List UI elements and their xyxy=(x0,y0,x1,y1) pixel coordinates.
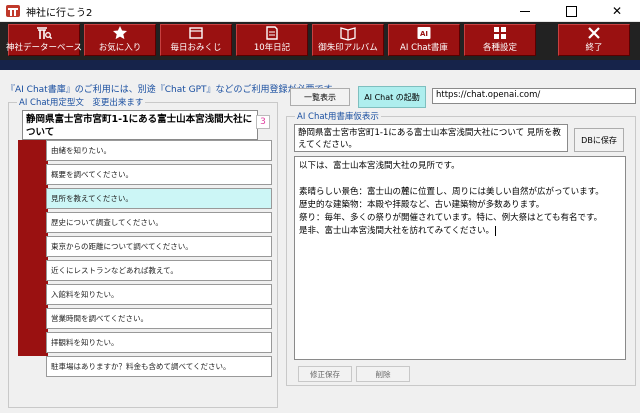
response-blank-line xyxy=(299,173,621,186)
toolbar-ai-chat-library-button[interactable]: AI AI Chat書庫 xyxy=(388,24,460,56)
template-group-legend: AI Chat用定型文 変更出来ます xyxy=(17,96,146,108)
star-icon xyxy=(113,26,127,40)
launch-ai-chat-button[interactable]: AI Chat の起動 xyxy=(358,86,426,108)
question-item[interactable]: 駐車場はありますか？料金も含めて調べてください。 xyxy=(46,356,272,377)
maximize-button[interactable] xyxy=(548,0,594,22)
app-shrine-icon xyxy=(6,5,20,17)
window-title: 神社に行こう2 xyxy=(26,8,93,19)
question-item[interactable]: 入館料を知りたい。 xyxy=(46,284,272,305)
toolbar-exit-button[interactable]: 終了 xyxy=(558,24,630,56)
minimize-button[interactable] xyxy=(502,0,548,22)
ai-icon: AI xyxy=(417,27,431,39)
question-item[interactable]: 近くにレストランなどあれば教えて。 xyxy=(46,260,272,281)
text-caret xyxy=(495,225,496,236)
response-line: 祭り：毎年、多くの祭りが開催されています。特に、例大祭はとても有名です。 xyxy=(299,213,603,223)
question-item-selected[interactable]: 見所を教えてください。 xyxy=(46,188,272,209)
title-bar: 神社に行こう2 ✕ xyxy=(0,0,640,22)
toolbar-label: 毎日おみくじ xyxy=(170,43,222,53)
toolbar-shrine-database-button[interactable]: 神社データーベース xyxy=(5,24,83,56)
response-line: 以下は、富士山本宮浅間大社の見所です。 xyxy=(299,161,460,171)
toolbar-omikuji-button[interactable]: 毎日おみくじ xyxy=(160,24,232,56)
toolbar-settings-button[interactable]: 各種設定 xyxy=(464,24,536,56)
question-list-strip xyxy=(18,140,48,356)
toolbar-label: 神社データーベース xyxy=(5,43,83,53)
library-preview-legend: AI Chat用書庫仮表示 xyxy=(295,110,381,122)
toolbar-diary-button[interactable]: 10年日記 xyxy=(236,24,308,56)
response-line-last: 是非、富士山本宮浅間大社を訪れてみてください。 xyxy=(299,225,621,238)
grid-icon xyxy=(494,27,506,39)
question-item[interactable]: 歴史について調査してください。 xyxy=(46,212,272,233)
response-line-text: 是非、富士山本宮浅間大社を訪れてみてください。 xyxy=(299,226,494,236)
response-text-area[interactable]: 以下は、富士山本宮浅間大社の見所です。 素晴らしい景色：富士山の麓に位置し、周り… xyxy=(294,156,626,360)
delete-button[interactable]: 削除 xyxy=(356,366,410,382)
toolbar-goshuin-album-button[interactable]: 御朱印アルバム xyxy=(312,24,384,56)
request-text-field[interactable]: 静岡県富士宮市宮町1-1にある富士山本宮浅間大社について 見所を教えてください。 xyxy=(294,124,568,152)
toolbar-label: 終了 xyxy=(585,43,603,53)
toolbar-divider xyxy=(0,60,640,70)
list-view-button[interactable]: 一覧表示 xyxy=(290,88,350,106)
save-to-db-button[interactable]: DBに保存 xyxy=(574,128,624,152)
question-item[interactable]: 営業時間を調べてください。 xyxy=(46,308,272,329)
main-toolbar: 神社データーベース お気に入り 毎日おみくじ 10年日記 御朱印アルバム AI … xyxy=(0,22,640,60)
response-line: 素晴らしい景色：富士山の麓に位置し、周りには美しい自然が広がっています。 xyxy=(299,187,604,197)
toolbar-label: AI Chat書庫 xyxy=(400,43,448,53)
question-item[interactable]: 概要を調べてください。 xyxy=(46,164,272,185)
album-icon xyxy=(340,27,356,41)
diary-icon xyxy=(266,26,278,40)
toolbar-label: 10年日記 xyxy=(253,43,291,53)
toolbar-label: 御朱印アルバム xyxy=(318,43,378,53)
ai-chat-url-field[interactable]: https://chat.openai.com/ xyxy=(432,88,636,104)
toolbar-label: 各種設定 xyxy=(482,43,517,53)
prompt-text-field[interactable]: 静岡県富士宮市宮町1-1にある富士山本宮浅間大社について xyxy=(22,110,258,140)
edit-save-button[interactable]: 修正保存 xyxy=(298,366,352,382)
response-line: 歴史的な建築物：本殿や拝殿など、古い建築物が多数あります。 xyxy=(299,200,545,210)
omikuji-icon xyxy=(189,27,203,39)
close-x-icon xyxy=(588,27,600,39)
question-item[interactable]: 東京からの距離について調べてください。 xyxy=(46,236,272,257)
svg-text:AI: AI xyxy=(420,30,428,38)
toolbar-label: お気に入り xyxy=(98,43,142,53)
question-item[interactable]: 拝観料を知りたい。 xyxy=(46,332,272,353)
prompt-number-field[interactable]: 3 xyxy=(256,115,270,129)
question-item[interactable]: 由緒を知りたい。 xyxy=(46,140,272,161)
shrine-search-icon xyxy=(37,27,52,40)
toolbar-favorites-button[interactable]: お気に入り xyxy=(84,24,156,56)
close-window-button[interactable]: ✕ xyxy=(594,0,640,22)
